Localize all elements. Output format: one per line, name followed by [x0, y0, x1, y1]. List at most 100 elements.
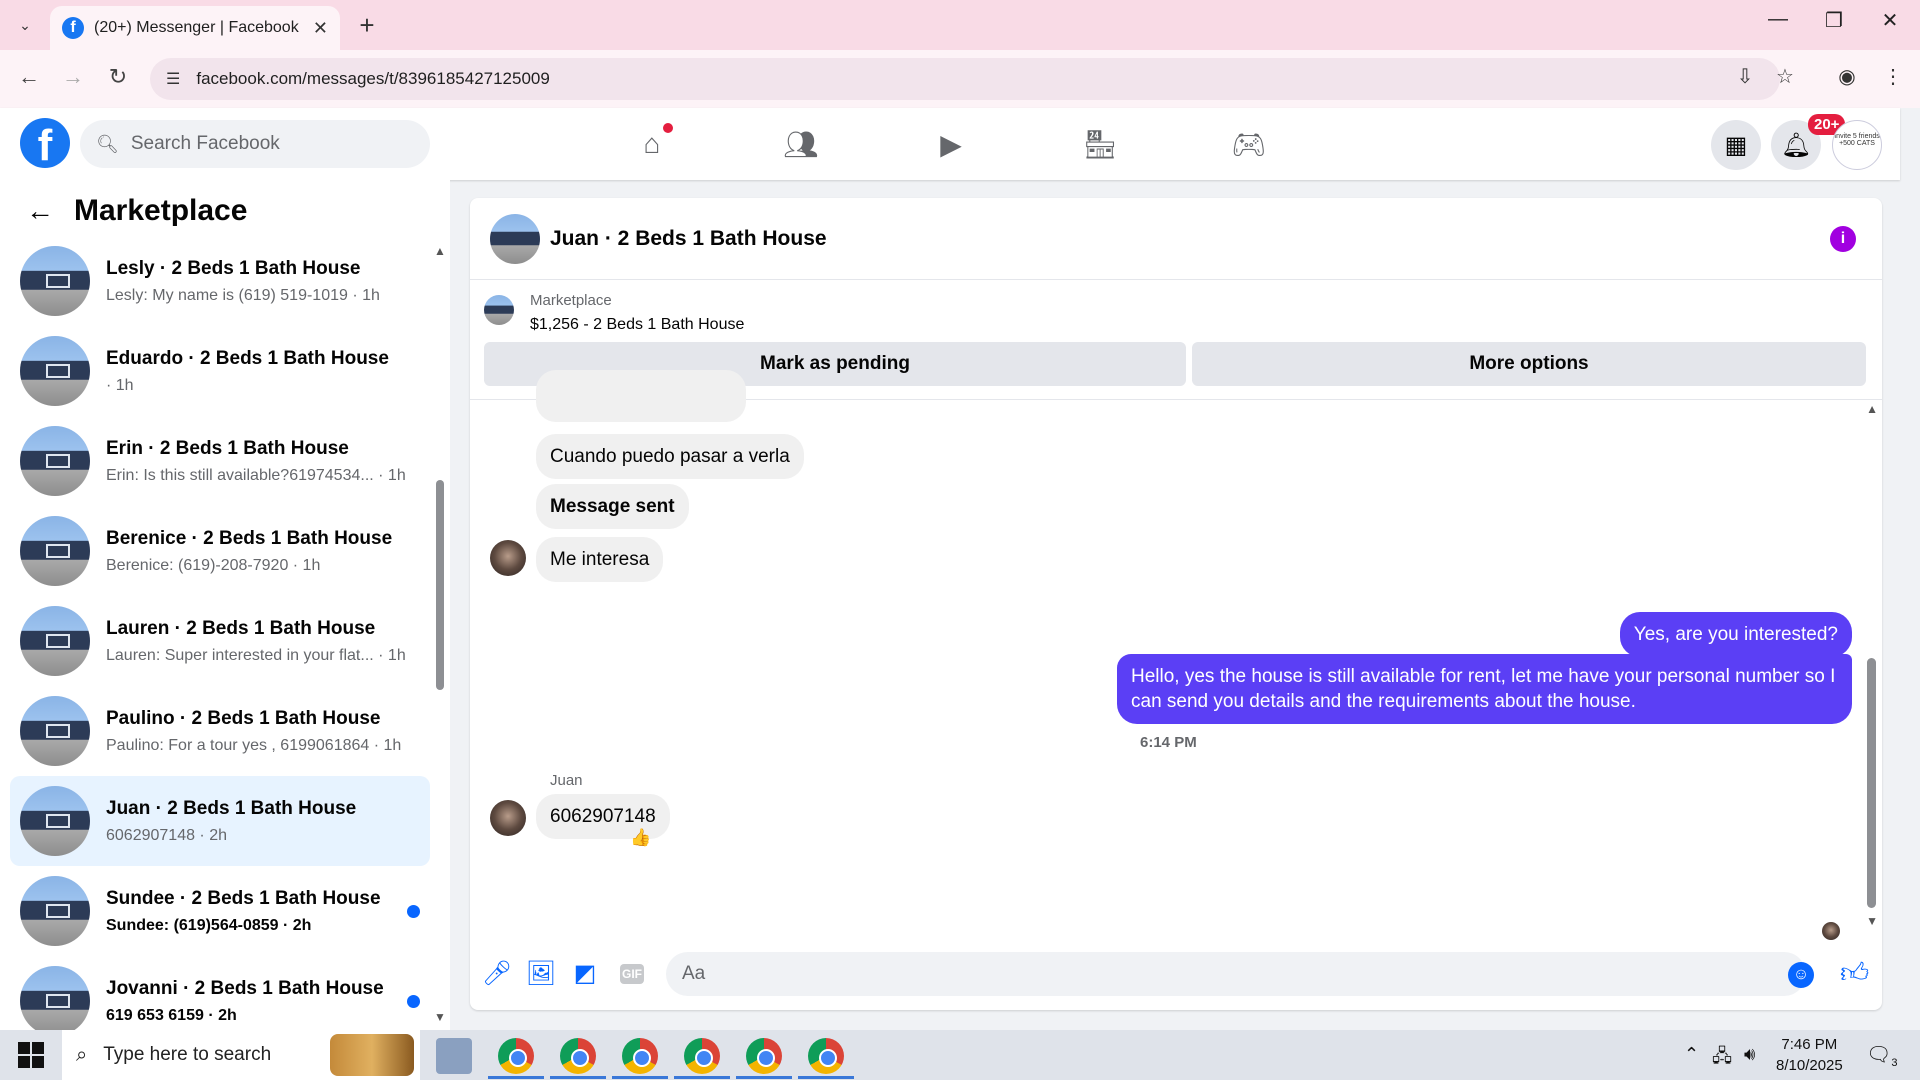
- forward-arrow-icon[interactable]: →: [58, 64, 88, 90]
- listing-thumbnail[interactable]: [484, 295, 514, 325]
- conversation-item[interactable]: Sundee · 2 Beds 1 Bath House Sundee: (619…: [10, 866, 430, 956]
- taskbar-search-placeholder: Type here to search: [103, 1044, 272, 1065]
- conversation-item[interactable]: Berenice · 2 Beds 1 Bath House Berenice: …: [10, 506, 430, 596]
- conversation-item[interactable]: Paulino · 2 Beds 1 Bath House Paulino: Fo…: [10, 686, 430, 776]
- account-avatar[interactable]: Invite 5 friends +500 CATS: [1832, 120, 1882, 170]
- chrome-profile-icon[interactable]: [684, 1038, 720, 1074]
- message-input[interactable]: Aa: [666, 952, 1806, 996]
- menu-grid-icon[interactable]: ▦: [1711, 120, 1761, 170]
- browser-tab-messenger[interactable]: f (20+) Messenger | Facebook ✕: [50, 6, 340, 50]
- chrome-profile-icon[interactable]: [560, 1038, 596, 1074]
- chat-title[interactable]: Juan · 2 Beds 1 Bath House: [550, 227, 827, 251]
- profile-icon[interactable]: ◉: [1832, 64, 1862, 89]
- chat-header: Juan · 2 Beds 1 Bath House i: [470, 198, 1882, 280]
- chat-listing-avatar[interactable]: [490, 213, 540, 264]
- chrome-profile-icon[interactable]: [808, 1038, 844, 1074]
- listing-thumbnail: [20, 246, 90, 316]
- tray-chevron-up-icon[interactable]: ⌃: [1684, 1044, 1699, 1065]
- conversation-preview: Berenice: (619)-208-7920 · 1h: [106, 556, 321, 574]
- listing-thumbnail: [20, 426, 90, 496]
- listing-price[interactable]: $1,256 - 2 Beds 1 Bath House: [530, 316, 744, 334]
- address-bar[interactable]: ☰ facebook.com/messages/t/83961854271250…: [150, 58, 1780, 100]
- back-arrow-icon[interactable]: ←: [14, 64, 44, 90]
- conversation-preview: · 1h: [106, 376, 134, 394]
- info-icon[interactable]: i: [1830, 226, 1856, 252]
- photo-icon[interactable]: 🖼︎: [526, 958, 556, 988]
- listing-thumbnail: [20, 876, 90, 946]
- tab-close-icon[interactable]: ✕: [313, 18, 328, 39]
- photos-app-icon[interactable]: [436, 1038, 472, 1074]
- search-placeholder: Search Facebook: [130, 133, 280, 154]
- listing-source: Marketplace: [530, 292, 612, 309]
- seen-avatar: [1822, 922, 1840, 940]
- taskbar-search-input[interactable]: ⌕ Type here to search: [62, 1030, 420, 1080]
- tab-search-dropdown-icon[interactable]: ⌄: [10, 10, 40, 40]
- conversation-name: Eduardo · 2 Beds 1 Bath House: [106, 347, 389, 369]
- gif-icon[interactable]: GIF: [620, 964, 644, 984]
- more-options-button[interactable]: More options: [1192, 342, 1866, 386]
- facebook-favicon-icon: f: [62, 17, 84, 39]
- unread-dot: [407, 995, 420, 1008]
- sticker-icon[interactable]: ◩: [570, 958, 600, 988]
- search-icon: 🔍︎: [96, 133, 119, 154]
- scroll-down-arrow-icon[interactable]: ▼: [434, 1010, 446, 1024]
- site-info-icon[interactable]: ☰: [166, 69, 180, 89]
- windows-start-icon[interactable]: [18, 1042, 44, 1068]
- conversation-name: Juan · 2 Beds 1 Bath House: [106, 797, 357, 819]
- chat-scrollbar[interactable]: [1867, 658, 1876, 908]
- taskbar-clock[interactable]: 7:46 PM 8/10/2025: [1776, 1034, 1843, 1076]
- action-center-icon[interactable]: 🗨︎3: [1866, 1042, 1898, 1069]
- home-notification-dot: [663, 123, 673, 133]
- conversation-name: Lesly · 2 Beds 1 Bath House: [106, 257, 361, 279]
- account-avatar-text: Invite 5 friends +500 CATS: [1834, 133, 1880, 147]
- emoji-icon[interactable]: ☺: [1788, 962, 1814, 988]
- listing-thumbnail: [20, 696, 90, 766]
- minimize-icon[interactable]: —: [1758, 8, 1798, 31]
- listing-thumbnail: [20, 606, 90, 676]
- conversation-item[interactable]: Lesly · 2 Beds 1 Bath House Lesly: My nam…: [10, 236, 430, 326]
- thumbs-up-reaction-icon[interactable]: 👍: [630, 828, 651, 848]
- chrome-icon[interactable]: [498, 1038, 534, 1074]
- window-close-icon[interactable]: ✕: [1870, 8, 1910, 33]
- sender-avatar[interactable]: [490, 540, 526, 576]
- search-highlight-image[interactable]: [330, 1034, 414, 1076]
- new-tab-icon[interactable]: +: [352, 10, 382, 41]
- facebook-logo-icon[interactable]: f: [20, 118, 70, 168]
- video-icon[interactable]: ▶: [931, 124, 971, 164]
- chrome-profile-icon[interactable]: [746, 1038, 782, 1074]
- friends-icon[interactable]: 👥︎: [781, 124, 821, 164]
- search-icon: ⌕: [76, 1043, 88, 1066]
- conversation-name: Erin · 2 Beds 1 Bath House: [106, 437, 349, 459]
- microphone-icon[interactable]: 🎤︎: [482, 958, 512, 988]
- listing-thumbnail: [20, 516, 90, 586]
- windows-taskbar: ⌕ Type here to search ⌃ 🖧︎ 🔊︎ 7:46 PM 8/…: [0, 1030, 1920, 1080]
- scroll-up-arrow-icon[interactable]: ▲: [434, 244, 446, 258]
- like-thumbs-up-icon[interactable]: 👍︎: [1840, 956, 1869, 990]
- sender-avatar[interactable]: [490, 800, 526, 836]
- conversation-item[interactable]: Eduardo · 2 Beds 1 Bath House · 1h: [10, 326, 430, 416]
- install-app-icon[interactable]: ⇩: [1730, 64, 1760, 89]
- conversation-item[interactable]: Lauren · 2 Beds 1 Bath House Lauren: Supe…: [10, 596, 430, 686]
- marketplace-icon[interactable]: 🏪︎: [1080, 124, 1120, 164]
- conversation-list-scrollbar[interactable]: [436, 480, 444, 690]
- conversation-item-active[interactable]: Juan · 2 Beds 1 Bath House 6062907148 · 2…: [10, 776, 430, 866]
- network-icon[interactable]: 🖧︎: [1712, 1044, 1732, 1074]
- conversation-preview: 6062907148 · 2h: [106, 826, 227, 844]
- chrome-profile-icon[interactable]: [622, 1038, 658, 1074]
- browser-menu-icon[interactable]: ⋮: [1878, 64, 1908, 89]
- conversation-preview: Erin: Is this still available?61974534..…: [106, 466, 406, 484]
- back-arrow-icon[interactable]: ←: [26, 195, 54, 227]
- marketplace-conversation-panel: ← Marketplace Lesly · 2 Beds 1 Bath Hous…: [0, 180, 450, 1036]
- restore-icon[interactable]: ❐: [1814, 8, 1854, 33]
- outgoing-message: Hello, yes the house is still available …: [1117, 654, 1852, 724]
- gaming-icon[interactable]: 🎮︎: [1229, 124, 1269, 164]
- reload-icon[interactable]: ↻: [103, 64, 133, 90]
- bookmark-star-icon[interactable]: ☆: [1770, 64, 1800, 89]
- volume-icon[interactable]: 🔊︎: [1744, 1044, 1755, 1065]
- facebook-search-input[interactable]: 🔍︎ Search Facebook: [80, 120, 430, 168]
- clock-time: 7:46 PM: [1781, 1036, 1838, 1053]
- conversation-item[interactable]: Erin · 2 Beds 1 Bath House Erin: Is this …: [10, 416, 430, 506]
- scroll-down-arrow-icon[interactable]: ▼: [1866, 914, 1878, 928]
- running-indicator: [674, 1076, 730, 1079]
- scroll-up-arrow-icon[interactable]: ▲: [1866, 402, 1878, 416]
